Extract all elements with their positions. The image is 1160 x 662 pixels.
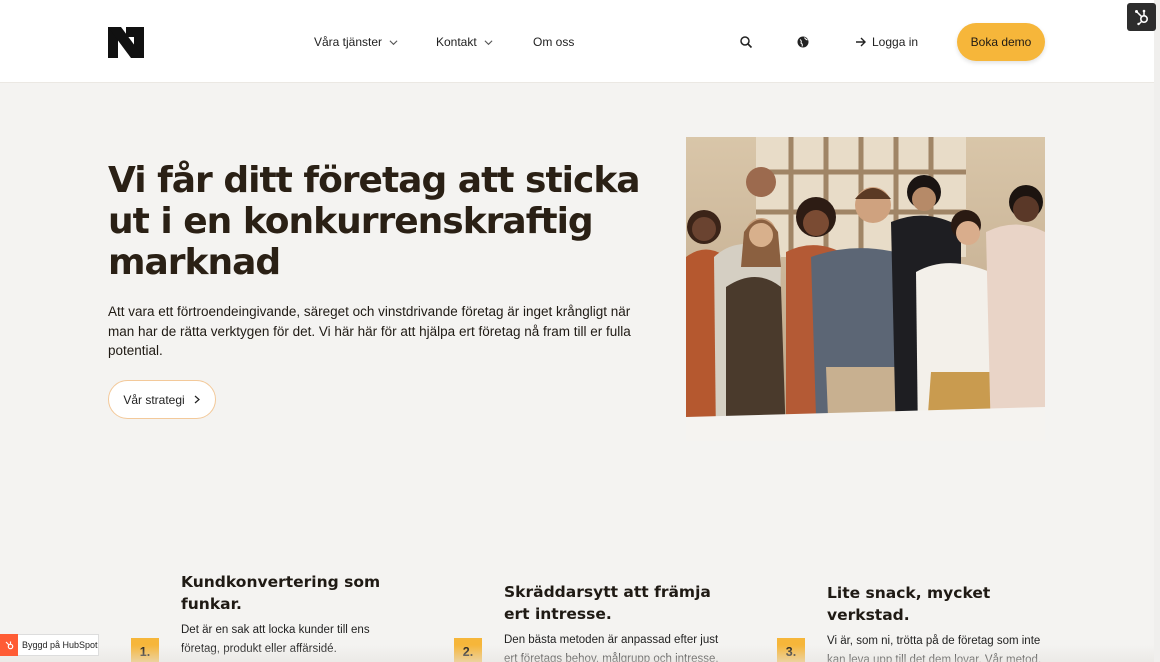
book-demo-button[interactable]: Boka demo [957,23,1045,61]
nav-label-services: Våra tjänster [314,35,383,49]
chevron-down-icon [389,39,398,45]
company-logo[interactable] [108,27,144,58]
hubspot-widget-button[interactable] [1127,3,1156,31]
nav-item-contact[interactable]: Kontakt [436,33,493,51]
chevron-down-icon [484,39,493,45]
scrollbar[interactable] [1154,0,1160,662]
nav-item-services[interactable]: Våra tjänster [314,33,398,51]
hero-title: Vi får ditt företag att sticka ut i en k… [108,160,641,283]
hubspot-badge[interactable]: Byggd på HubSpot [0,634,99,656]
team-photo [686,137,1045,441]
feature-title-1: Kundkonvertering som funkar. [181,573,381,613]
nav-label-about: Om oss [533,35,575,49]
search-icon[interactable] [739,35,753,49]
hubspot-icon [0,634,18,656]
site-header: Våra tjänster Kontakt Om oss Logga in Bo… [0,0,1160,83]
hubspot-badge-label: Byggd på HubSpot [22,640,98,650]
hubspot-sprocket-icon [1134,9,1148,26]
login-label: Logga in [872,35,919,49]
chevron-right-icon [194,395,200,404]
bottom-fade [0,645,1154,662]
strategy-button[interactable]: Vår strategi [108,380,216,419]
login-link[interactable]: Logga in [855,33,918,51]
feature-title-2: Skräddarsytt att främja ert intresse. [504,583,711,623]
globe-icon[interactable] [796,35,810,49]
nav-item-about[interactable]: Om oss [533,33,574,51]
feature-title-3: Lite snack, mycket verkstad. [827,584,991,624]
arrow-right-icon [856,37,866,47]
strategy-button-label: Vår strategi [123,392,185,407]
nav-label-contact: Kontakt [436,35,477,49]
hero-description: Att vara ett förtroendeingivande, särege… [108,304,631,358]
